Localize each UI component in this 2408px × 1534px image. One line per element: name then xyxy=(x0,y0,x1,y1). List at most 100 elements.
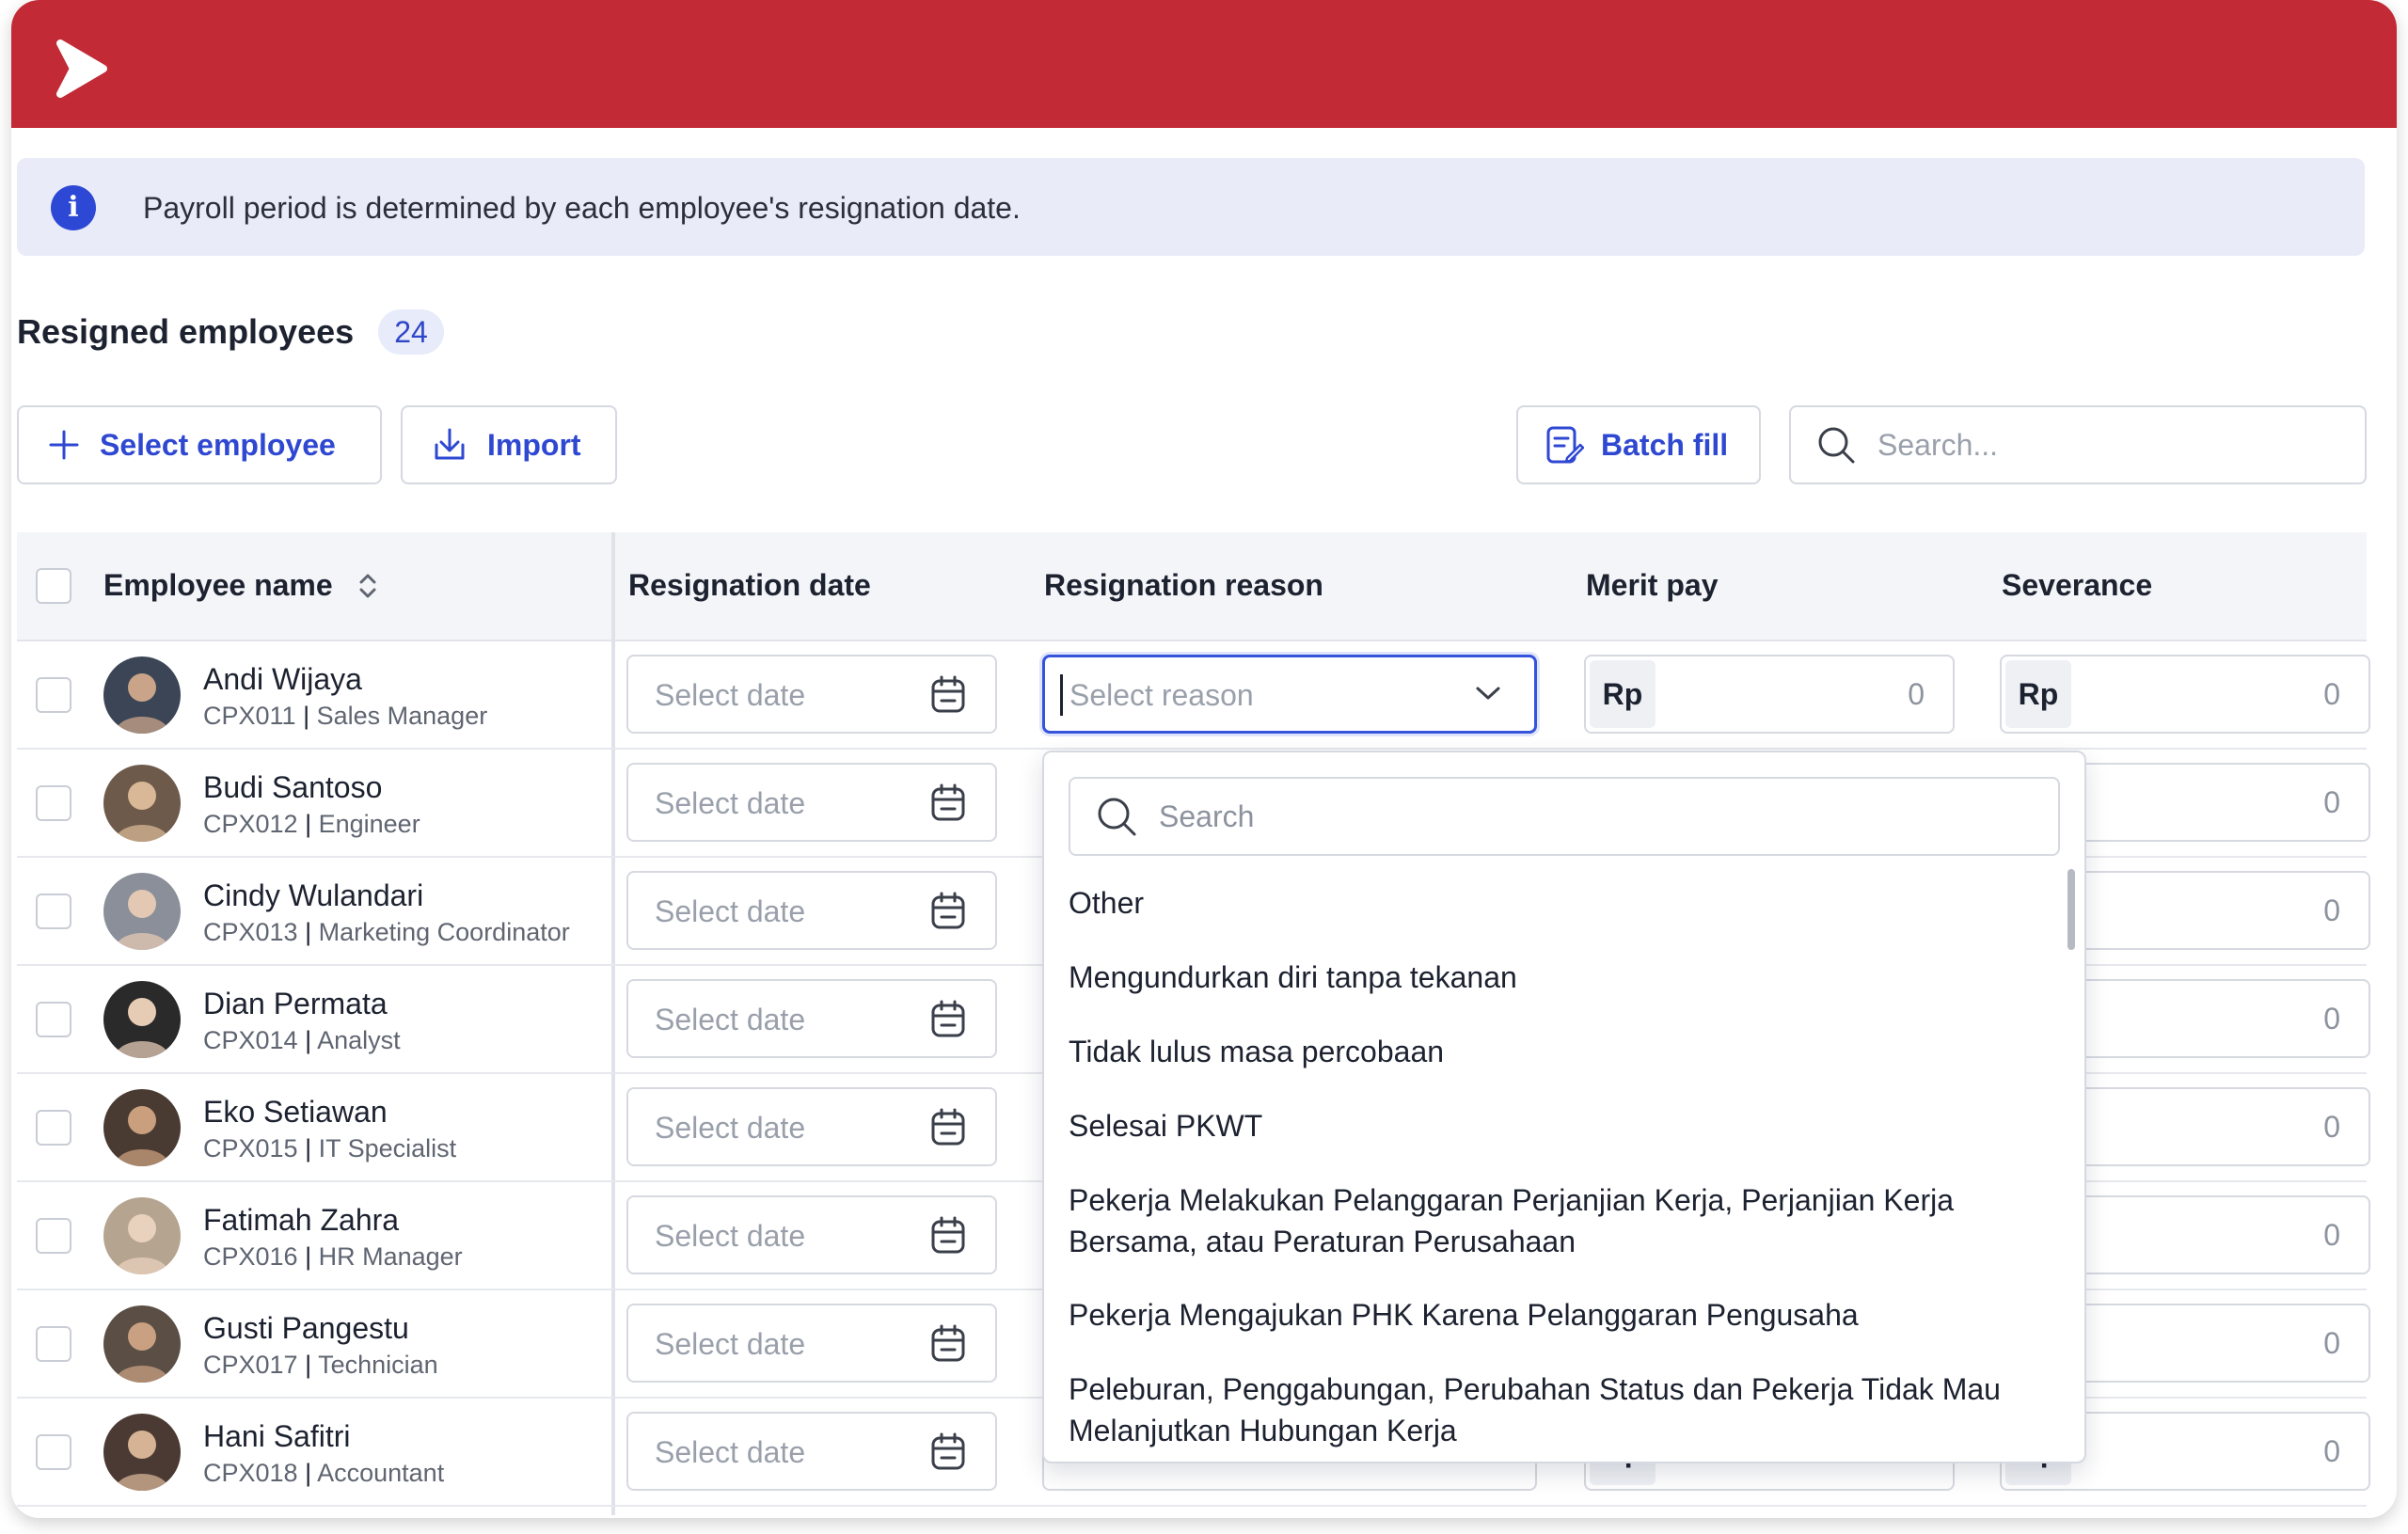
row-checkbox[interactable] xyxy=(36,1434,71,1470)
reason-option[interactable]: Selesai PKWT xyxy=(1069,1105,2009,1147)
resignation-reason-select[interactable]: Select reason xyxy=(1042,655,1537,734)
reason-search-input[interactable] xyxy=(1159,799,2005,834)
severance-value: 0 xyxy=(2323,1434,2340,1468)
reason-placeholder: Select reason xyxy=(1069,678,1254,712)
dropdown-scrollbar[interactable] xyxy=(2067,869,2075,950)
resignation-date-input[interactable]: Select date xyxy=(626,1304,997,1383)
row-checkbox[interactable] xyxy=(36,1002,71,1037)
batch-fill-icon xyxy=(1546,426,1584,464)
select-employee-button[interactable]: Select employee xyxy=(17,405,382,484)
sort-icon[interactable] xyxy=(356,570,380,602)
info-banner: i Payroll period is determined by each e… xyxy=(17,158,2365,256)
date-placeholder: Select date xyxy=(655,786,806,820)
severance-input[interactable]: Rp 0 xyxy=(2000,655,2370,734)
currency-prefix: Rp xyxy=(2005,660,2071,728)
resignation-date-input[interactable]: Select date xyxy=(626,979,997,1058)
employee-role: Engineer xyxy=(318,810,420,838)
employee-id: CPX018 xyxy=(203,1459,298,1487)
employee-name: Fatimah Zahra xyxy=(203,1203,400,1237)
reason-option[interactable]: Pekerja Mengajukan PHK Karena Pelanggara… xyxy=(1069,1294,2009,1336)
header-employee-name: Employee name xyxy=(103,568,333,602)
avatar xyxy=(103,1197,181,1274)
meta-separator: | xyxy=(297,1026,318,1054)
header-resignation-reason: Resignation reason xyxy=(1044,568,1323,602)
row-checkbox[interactable] xyxy=(36,785,71,821)
meta-separator: | xyxy=(297,810,319,838)
severance-value: 0 xyxy=(2323,894,2340,927)
merit-pay-input[interactable]: Rp 0 xyxy=(1584,655,1955,734)
employee-name: Andi Wijaya xyxy=(203,662,362,696)
avatar xyxy=(103,981,181,1058)
resignation-date-input[interactable]: Select date xyxy=(626,871,997,950)
resignation-date-input[interactable]: Select date xyxy=(626,1412,997,1491)
row-checkbox[interactable] xyxy=(36,1326,71,1362)
employee-name: Gusti Pangestu xyxy=(203,1311,409,1345)
date-placeholder: Select date xyxy=(655,1111,806,1145)
info-banner-text: Payroll period is determined by each emp… xyxy=(143,191,1021,225)
calendar-icon[interactable] xyxy=(929,892,967,931)
merit-pay-value: 0 xyxy=(1908,677,1925,711)
import-button[interactable]: Import xyxy=(401,405,617,484)
employee-name: Budi Santoso xyxy=(203,770,383,804)
batch-fill-label: Batch fill xyxy=(1601,427,1729,462)
reason-option[interactable]: Other xyxy=(1069,882,2009,924)
meta-separator: | xyxy=(297,1351,319,1379)
row-checkbox[interactable] xyxy=(36,1218,71,1254)
date-placeholder: Select date xyxy=(655,1003,806,1036)
employee-search[interactable] xyxy=(1789,405,2367,484)
severance-value: 0 xyxy=(2323,677,2340,711)
employee-name: Dian Permata xyxy=(203,987,388,1020)
download-icon xyxy=(435,428,465,460)
calendar-icon[interactable] xyxy=(929,783,967,823)
employee-meta: CPX015 | IT Specialist xyxy=(203,1134,456,1163)
employee-meta: CPX017 | Technician xyxy=(203,1351,438,1380)
resignation-date-input[interactable]: Select date xyxy=(626,763,997,842)
date-placeholder: Select date xyxy=(655,678,806,712)
header-severance: Severance xyxy=(2002,568,2153,602)
avatar xyxy=(103,656,181,734)
calendar-icon[interactable] xyxy=(929,1216,967,1256)
severance-value: 0 xyxy=(2323,1218,2340,1252)
employee-role: IT Specialist xyxy=(318,1134,457,1162)
employee-id: CPX017 xyxy=(203,1351,298,1379)
select-employee-label: Select employee xyxy=(100,427,336,462)
row-checkbox[interactable] xyxy=(36,677,71,713)
table-row: Andi Wijaya CPX011 | Sales Manager Select … xyxy=(17,641,2370,750)
employee-name: Cindy Wulandari xyxy=(203,878,424,912)
reason-option[interactable]: Peleburan, Penggabungan, Perubahan Statu… xyxy=(1069,1368,2009,1451)
meta-separator: | xyxy=(297,1242,319,1271)
avatar xyxy=(103,765,181,842)
reason-search[interactable] xyxy=(1069,777,2060,856)
batch-fill-button[interactable]: Batch fill xyxy=(1516,405,1761,484)
resignation-date-input[interactable]: Select date xyxy=(626,1087,997,1166)
resignation-date-input[interactable]: Select date xyxy=(626,1195,997,1274)
employee-id: CPX014 xyxy=(203,1026,298,1054)
search-icon xyxy=(1098,798,1136,836)
employee-id: CPX015 xyxy=(203,1134,298,1162)
row-checkbox[interactable] xyxy=(36,894,71,929)
employee-role: HR Manager xyxy=(318,1242,463,1271)
employee-role: Marketing Coordinator xyxy=(318,918,570,946)
employee-meta: CPX012 | Engineer xyxy=(203,810,420,839)
logo-icon[interactable] xyxy=(49,36,115,102)
calendar-icon[interactable] xyxy=(929,1000,967,1039)
calendar-icon[interactable] xyxy=(929,1432,967,1472)
import-label: Import xyxy=(487,427,581,462)
reason-option[interactable]: Mengundurkan diri tanpa tekanan xyxy=(1069,957,2009,998)
employee-role: Accountant xyxy=(317,1459,445,1487)
avatar xyxy=(103,1305,181,1383)
select-all-checkbox[interactable] xyxy=(36,568,71,604)
employee-search-input[interactable] xyxy=(1877,427,2329,463)
employee-meta: CPX011 | Sales Manager xyxy=(203,702,487,731)
reason-option[interactable]: Pekerja Melakukan Pelanggaran Perjanjian… xyxy=(1069,1179,2009,1262)
row-checkbox[interactable] xyxy=(36,1110,71,1146)
calendar-icon[interactable] xyxy=(929,1324,967,1364)
employee-id: CPX012 xyxy=(203,810,298,838)
meta-separator: | xyxy=(297,1134,319,1162)
reason-option[interactable]: Tidak lulus masa percobaan xyxy=(1069,1031,2009,1072)
top-bar xyxy=(11,0,2397,128)
resignation-date-input[interactable]: Select date xyxy=(626,655,997,734)
calendar-icon[interactable] xyxy=(929,675,967,715)
employee-id: CPX011 xyxy=(203,702,296,730)
calendar-icon[interactable] xyxy=(929,1108,967,1147)
